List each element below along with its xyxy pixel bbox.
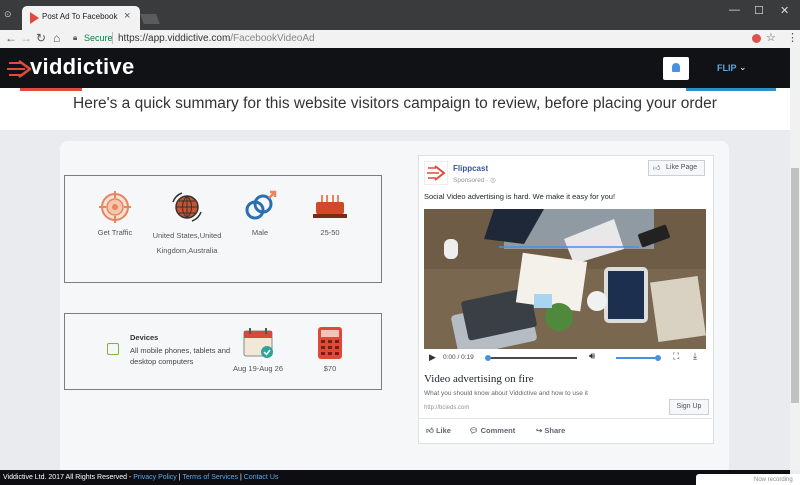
age-range-label: 25-50 <box>320 228 340 237</box>
forward-icon[interactable]: → <box>20 31 32 45</box>
lock-icon: 🔒︎ <box>73 33 78 42</box>
share-action[interactable]: ↪ Share <box>536 426 565 435</box>
close-window-button[interactable]: ✕ <box>780 4 789 17</box>
sign-up-button[interactable]: Sign Up <box>669 399 709 415</box>
birthday-cake-icon <box>313 195 347 218</box>
ad-link[interactable]: http://bcieds.com <box>424 405 469 411</box>
gender-icon <box>245 190 277 220</box>
video-progress-bar[interactable] <box>487 357 577 359</box>
page-avatar[interactable] <box>424 161 448 185</box>
bell-icon <box>672 63 680 72</box>
target-icon <box>99 191 131 223</box>
devices-title: Devices <box>130 333 159 342</box>
comment-label: Comment <box>480 426 516 435</box>
extension-icon[interactable] <box>752 34 761 43</box>
like-page-button[interactable]: 👍︎ Like Page <box>648 160 705 176</box>
incognito-icon: ⊙ <box>4 9 12 19</box>
ad-video-thumbnail[interactable] <box>424 209 706 349</box>
ad-description: What you should know about Viddictive an… <box>424 390 588 397</box>
tab-title: Post Ad To Facebook <box>42 12 118 21</box>
browser-tab[interactable]: Post Ad To Facebook × <box>22 6 140 30</box>
home-icon[interactable]: ⌂ <box>53 31 60 45</box>
sponsored-text: Sponsored · <box>453 177 491 184</box>
goal-label: Get Traffic <box>97 228 133 237</box>
minimize-button[interactable]: — <box>729 4 740 16</box>
recording-text: Now recording <box>754 477 793 483</box>
page-footer: Viddictive Ltd. 2017 All Rights Reserved… <box>0 470 790 485</box>
devices-description: All mobile phones, tablets and desktop c… <box>130 346 231 366</box>
campaign-dates: Aug 19-Aug 26 <box>232 364 284 373</box>
fullscreen-icon[interactable]: ⛶ <box>673 351 679 362</box>
viddictive-logo[interactable]: viddictive <box>30 54 134 80</box>
tab-close-icon[interactable]: × <box>124 10 130 22</box>
ad-headline[interactable]: Video advertising on fire <box>424 373 534 385</box>
terms-link[interactable]: Terms of Services <box>182 474 238 481</box>
footer-text: Viddictive Ltd. 2017 All Rights Reserved… <box>3 474 279 481</box>
download-icon[interactable]: ⤓ <box>693 351 697 362</box>
sponsored-label: Sponsored · ◎ <box>453 176 496 184</box>
volume-icon[interactable]: 🔊︎ <box>589 351 595 362</box>
logo-arrow-icon <box>7 59 31 79</box>
back-icon[interactable]: ← <box>5 31 17 45</box>
new-tab-button[interactable] <box>140 14 160 24</box>
sign-up-label: Sign Up <box>676 403 702 410</box>
ad-divider <box>418 418 712 419</box>
play-icon[interactable]: ▶ <box>429 352 436 363</box>
chevron-down-icon[interactable]: ⌄ <box>739 62 747 73</box>
video-time: 0:00 / 0:19 <box>443 354 474 361</box>
recording-indicator: Now recording <box>696 474 800 485</box>
comment-action[interactable]: 💬︎ Comment <box>469 426 515 435</box>
step-indicator-right <box>686 88 776 91</box>
gender-label: Male <box>251 228 269 237</box>
maximize-button[interactable]: ☐ <box>754 4 764 17</box>
secure-label: Secure <box>84 33 113 43</box>
like-action[interactable]: 👍︎ Like <box>426 426 451 436</box>
url-host: https://app.viddictive.com <box>118 32 231 44</box>
reload-icon[interactable]: ↻ <box>36 31 46 45</box>
user-menu[interactable]: FLIP <box>717 63 737 73</box>
like-page-label: Like Page <box>666 164 698 171</box>
like-label: Like <box>435 426 451 435</box>
viddictive-favicon <box>30 12 39 24</box>
thumbs-up-action-icon: 👍︎ <box>426 426 434 435</box>
thumbs-up-icon: 👍︎ <box>653 165 661 172</box>
ad-page-name[interactable]: Flippcast <box>453 164 488 173</box>
calendar-icon <box>243 328 273 358</box>
volume-slider[interactable] <box>616 357 658 359</box>
comment-icon: 💬︎ <box>469 426 479 435</box>
footer-copyright: Viddictive Ltd. 2017 All Rights Reserved… <box>3 474 132 481</box>
calculator-icon <box>318 327 342 359</box>
globe-small-icon: ◎ <box>490 177 496 184</box>
volume-slider-handle[interactable] <box>655 355 661 361</box>
share-label: Share <box>544 426 566 435</box>
page-title: Here's a quick summary for this website … <box>73 95 717 112</box>
url-text[interactable]: https://app.viddictive.com/FacebookVideo… <box>118 33 315 44</box>
devices-checkbox[interactable] <box>107 343 119 355</box>
browser-menu-icon[interactable]: ⋮ <box>787 31 798 44</box>
notifications-button[interactable] <box>663 57 689 80</box>
contact-link[interactable]: Contact Us <box>244 474 279 481</box>
ad-primary-text: Social Video advertising is hard. We mak… <box>424 192 616 201</box>
desk-scene-image <box>424 209 706 349</box>
url-path: /FacebookVideoAd <box>230 32 315 44</box>
video-progress-handle[interactable] <box>485 355 491 361</box>
step-indicator-left <box>20 88 82 91</box>
campaign-price: $70 <box>323 364 337 373</box>
share-icon: ↪ <box>536 426 543 435</box>
bookmark-star-icon[interactable]: ☆ <box>766 31 776 44</box>
privacy-policy-link[interactable]: Privacy Policy <box>133 474 177 481</box>
address-separator <box>112 32 113 44</box>
page-scrollbar-thumb[interactable] <box>791 168 799 403</box>
locations-label: United States,United Kingdom,Australia <box>152 231 222 255</box>
globe-icon <box>172 192 202 222</box>
